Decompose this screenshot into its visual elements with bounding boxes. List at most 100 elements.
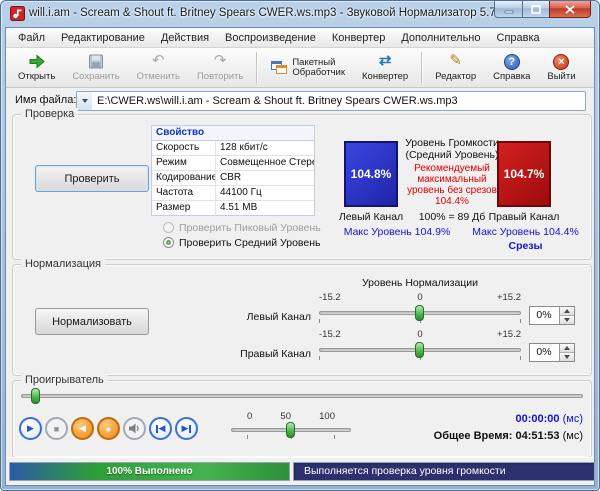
spin-up-button[interactable] — [560, 344, 574, 353]
seek-slider[interactable] — [21, 389, 583, 405]
minimize-icon — [504, 5, 514, 14]
help-button[interactable]: ? Справка — [486, 50, 537, 86]
player-buttons: ▶ ■ ◀ ● ◀ ▶ — [19, 417, 198, 440]
maximize-icon — [531, 5, 541, 14]
menu-file[interactable]: Файл — [10, 30, 53, 46]
clips-label: Срезы — [468, 240, 583, 252]
left-norm-spin[interactable]: 0% — [529, 306, 575, 325]
redo-button[interactable]: ↷ Повторить — [190, 50, 250, 86]
table-row: Размер4.51 MB — [152, 201, 314, 216]
table-row: Частота44100 Гц — [152, 186, 314, 201]
toolbar: Открыть Сохранить ↶ Отменить ↷ Повторить… — [6, 48, 594, 88]
exit-icon: × — [553, 54, 569, 70]
slider-thumb[interactable] — [415, 305, 424, 321]
undo-icon: ↶ — [152, 53, 165, 70]
volume-level-title: Уровень Громкости (Средний Уровень) — [399, 137, 505, 161]
client-area: Файл Редактирование Действия Воспроизвед… — [5, 27, 595, 486]
undo-button[interactable]: ↶ Отменить — [130, 50, 187, 86]
slider-thumb[interactable] — [31, 388, 40, 404]
table-row: КодированиеCBR — [152, 171, 314, 186]
exit-button[interactable]: × Выйти — [540, 50, 582, 86]
redo-icon: ↷ — [214, 53, 227, 70]
window-controls — [494, 1, 591, 18]
play-button[interactable]: ▶ — [19, 417, 42, 440]
rewind-button[interactable]: ◀ — [71, 417, 94, 440]
current-time: 00:00:00 (мс) — [413, 413, 583, 425]
radio-average-level[interactable]: Проверить Средний Уровень — [163, 236, 320, 249]
normalize-group-title: Нормализация — [21, 258, 105, 270]
menu-help[interactable]: Справка — [489, 30, 548, 46]
table-row: РежимСовмещенное Стерео — [152, 156, 314, 171]
app-window: will.i.am - Scream & Shout ft. Britney S… — [0, 0, 600, 491]
previous-button[interactable]: ◀ — [149, 417, 172, 440]
spin-down-button[interactable] — [560, 353, 574, 361]
close-button[interactable] — [549, 1, 591, 18]
table-header: Свойство — [152, 126, 314, 141]
stop-button[interactable]: ■ — [45, 417, 68, 440]
spin-up-button[interactable] — [560, 307, 574, 316]
radio-peak-level[interactable]: Проверить Пиковый Уровень — [163, 221, 321, 234]
open-button[interactable]: Открыть — [11, 50, 62, 86]
right-norm-slider[interactable] — [319, 342, 521, 360]
slider-thumb[interactable] — [415, 342, 424, 358]
recommendation-text: Рекомендуемый максимальный уровень без с… — [399, 163, 505, 207]
right-level-box: 104.7% — [497, 141, 551, 207]
status-bar: 100% Выполнено Выполняется проверка уров… — [6, 457, 594, 485]
normalize-button[interactable]: Нормализовать — [35, 308, 149, 335]
player-group-title: Проигрыватель — [21, 374, 108, 386]
left-scale: -15.20+15.2 — [319, 292, 521, 303]
table-row: Скорость128 кбит/с — [152, 141, 314, 156]
check-button[interactable]: Проверить — [35, 165, 149, 192]
max-level-left: Макс Уровень 104.9% — [331, 226, 463, 238]
right-norm-spin[interactable]: 0% — [529, 343, 575, 362]
progress-bar: 100% Выполнено — [10, 463, 289, 480]
menu-converter[interactable]: Конвертер — [324, 30, 393, 46]
check-group: Проверка Проверить Свойство Скорость128 … — [12, 114, 592, 260]
editor-button[interactable]: ✎ Редактор — [428, 50, 483, 86]
title-bar: will.i.am - Scream & Shout ft. Britney S… — [1, 1, 599, 27]
menu-extra[interactable]: Дополнительно — [393, 30, 488, 46]
converter-icon: ⇄ — [379, 53, 392, 70]
editor-icon: ✎ — [449, 53, 462, 70]
filename-input[interactable]: E:\CWER.ws\will.i.am - Scream & Shout ft… — [92, 91, 586, 111]
menu-playback[interactable]: Воспроизведение — [217, 30, 324, 46]
batch-processor-icon — [270, 59, 288, 76]
toolbar-separator — [421, 52, 422, 84]
app-icon — [10, 6, 25, 21]
filename-label: Имя файла: — [15, 94, 76, 106]
left-norm-slider[interactable] — [319, 305, 521, 323]
window-title: will.i.am - Scream & Shout ft. Britney S… — [29, 7, 496, 19]
player-group: Проигрыватель ▶ ■ ◀ ● ◀ ▶ 050100 — [12, 380, 592, 458]
batch-processor-button[interactable]: Пакетный Обработчик — [263, 50, 352, 86]
normalization-level-title: Уровень Нормализации — [313, 277, 527, 289]
filename-dropdown-button[interactable] — [76, 91, 93, 111]
menu-actions[interactable]: Действия — [153, 30, 217, 46]
max-level-right: Макс Уровень 104.4% — [468, 226, 583, 238]
left-level-box: 104.8% — [344, 141, 398, 207]
radio-icon — [163, 237, 174, 248]
menu-edit[interactable]: Редактирование — [53, 30, 153, 46]
maximize-button[interactable] — [522, 1, 549, 18]
slider-thumb[interactable] — [286, 422, 295, 438]
progress-panel: 100% Выполнено — [9, 462, 290, 481]
right-scale: -15.20+15.2 — [319, 329, 521, 340]
record-button[interactable]: ● — [97, 417, 120, 440]
right-channel-label: Правый Канал — [487, 211, 561, 223]
converter-button[interactable]: ⇄ Конвертер — [355, 50, 415, 86]
left-channel-label: Левый Канал — [334, 211, 408, 223]
left-channel-label: Левый Канал — [199, 311, 311, 323]
spin-down-button[interactable] — [560, 316, 574, 324]
normalize-group: Нормализация Нормализовать Уровень Норма… — [12, 264, 592, 376]
total-time: Общее Время: 04:51:53 (мс) — [373, 430, 583, 442]
minimize-button[interactable] — [494, 1, 522, 18]
next-button[interactable]: ▶ — [175, 417, 198, 440]
mute-button[interactable] — [123, 417, 146, 440]
save-button[interactable]: Сохранить — [65, 50, 126, 86]
radio-icon — [163, 222, 174, 233]
volume-slider[interactable] — [231, 423, 351, 439]
right-channel-label: Правый Канал — [199, 348, 311, 360]
speaker-icon — [128, 422, 141, 435]
help-icon: ? — [504, 54, 520, 70]
volume-ticks: 050100 — [231, 411, 351, 422]
toolbar-separator — [256, 52, 257, 84]
